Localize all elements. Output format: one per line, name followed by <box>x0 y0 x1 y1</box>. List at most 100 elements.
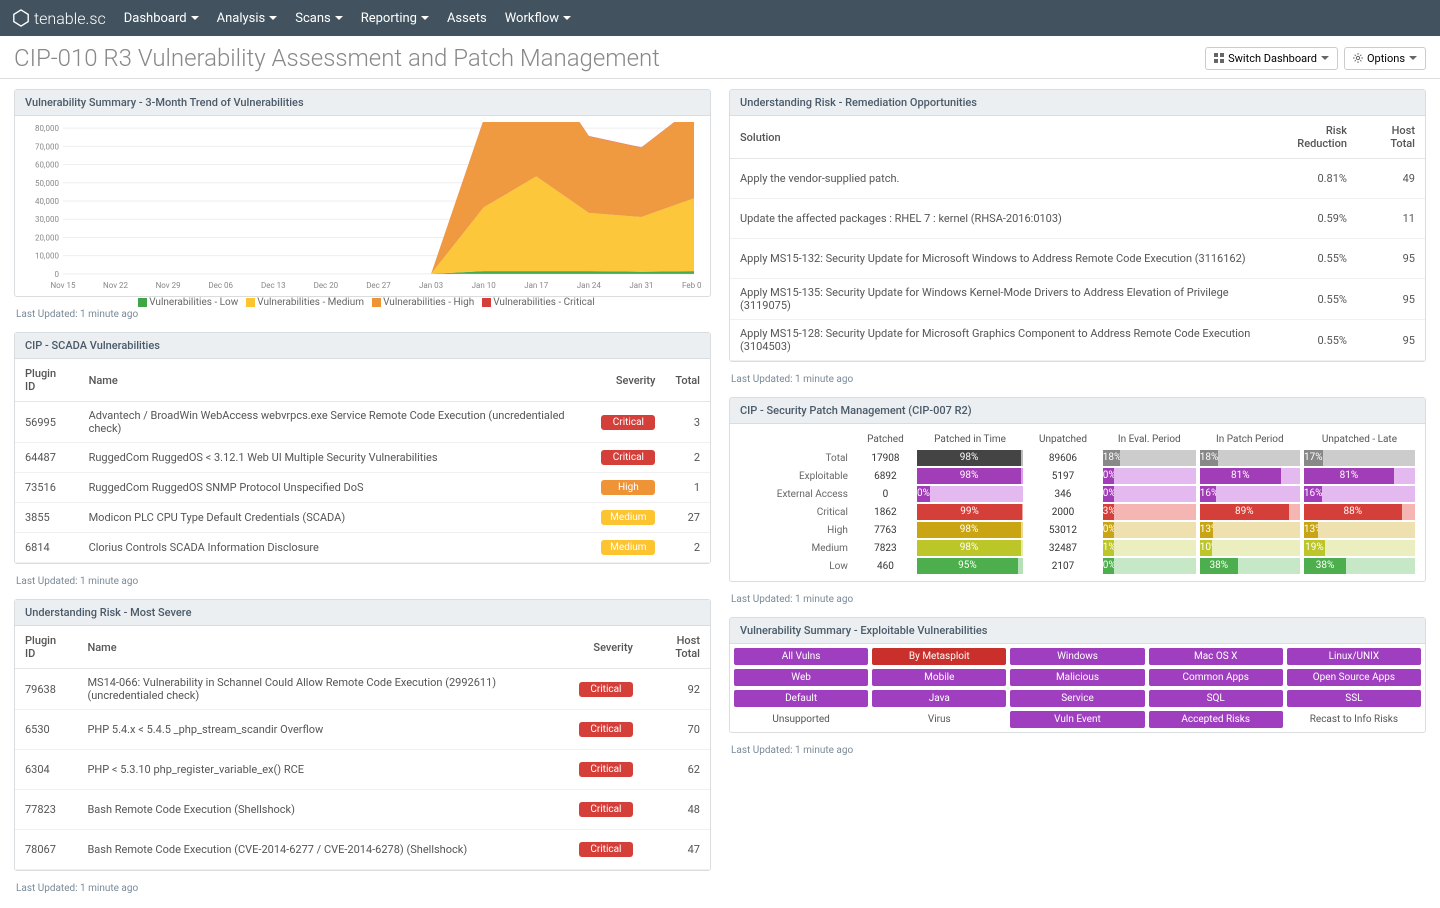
pct-bar[interactable]: 0% <box>1103 522 1196 538</box>
table-row[interactable]: 64487RuggedCom RuggedOS < 3.12.1 Web UI … <box>15 443 710 473</box>
last-updated: Last Updated: 1 minute ago <box>729 370 1426 389</box>
table-row[interactable]: Apply the vendor-supplied patch.0.81%49 <box>730 159 1425 199</box>
pct-bar[interactable]: 16% <box>1200 486 1300 502</box>
filter-pill[interactable]: Mac OS X <box>1149 648 1283 665</box>
pct-bar[interactable]: 18% <box>1103 450 1196 466</box>
pct-bar[interactable]: 38% <box>1304 558 1415 574</box>
filter-pill[interactable]: Java <box>872 690 1006 707</box>
last-updated: Last Updated: 1 minute ago <box>729 590 1426 609</box>
nav-assets[interactable]: Assets <box>447 11 487 26</box>
table-row[interactable]: 3855Modicon PLC CPU Type Default Credent… <box>15 503 710 533</box>
solution: Apply the vendor-supplied patch. <box>730 159 1266 199</box>
filter-pill[interactable]: By Metasploit <box>872 648 1006 665</box>
nav-reporting[interactable]: Reporting <box>361 11 429 26</box>
severity-badge: Critical <box>579 842 633 857</box>
nav-dashboard[interactable]: Dashboard <box>124 11 199 26</box>
pct-bar[interactable]: 38% <box>1200 558 1300 574</box>
table-row[interactable]: 6530PHP 5.4.x < 5.4.5 _php_stream_scandi… <box>15 710 710 750</box>
pct-bar[interactable]: 98% <box>917 450 1023 466</box>
pct-bar[interactable]: 89% <box>1200 504 1300 520</box>
pct-bar[interactable]: 19% <box>1304 540 1415 556</box>
filter-pill[interactable]: Common Apps <box>1149 669 1283 686</box>
pct-bar[interactable]: 98% <box>917 540 1023 556</box>
row-label: External Access <box>738 485 856 503</box>
table-row[interactable]: 56995Advantech / BroadWin WebAccess webv… <box>15 402 710 443</box>
vuln-name: Bash Remote Code Execution (CVE-2014-627… <box>77 830 568 870</box>
chevron-down-icon <box>421 16 429 20</box>
filter-pill[interactable]: SQL <box>1149 690 1283 707</box>
table-row[interactable]: 78067Bash Remote Code Execution (CVE-201… <box>15 830 710 870</box>
pct-bar[interactable]: 99% <box>917 504 1023 520</box>
table-row[interactable]: 77823Bash Remote Code Execution (Shellsh… <box>15 790 710 830</box>
filter-pill[interactable]: Vuln Event <box>1010 711 1144 728</box>
filter-pill[interactable]: Unsupported <box>734 711 868 728</box>
pct-bar[interactable]: 81% <box>1200 468 1300 484</box>
filter-pill[interactable]: All Vulns <box>734 648 868 665</box>
filter-pill[interactable]: Recast to Info Risks <box>1287 711 1421 728</box>
filter-pill[interactable]: Default <box>734 690 868 707</box>
pct-bar[interactable]: 16% <box>1304 486 1415 502</box>
trend-chart[interactable]: 80,00070,00060,00050,00040,00030,00020,0… <box>23 122 702 292</box>
svg-text:Dec 06: Dec 06 <box>208 281 233 290</box>
row-label: Exploitable <box>738 467 856 485</box>
pct-bar[interactable]: 18% <box>1200 450 1300 466</box>
pct-bar[interactable]: 0% <box>1103 558 1196 574</box>
nav-scans[interactable]: Scans <box>295 11 342 26</box>
pct-bar[interactable]: 98% <box>917 522 1023 538</box>
remediation-panel: Understanding Risk - Remediation Opportu… <box>729 89 1426 362</box>
risk-reduction: 0.59% <box>1266 199 1357 239</box>
filter-pill[interactable]: Accepted Risks <box>1149 711 1283 728</box>
severity-badge: Critical <box>601 415 655 430</box>
options-button[interactable]: Options <box>1344 47 1426 70</box>
pct-bar[interactable]: 98% <box>917 468 1023 484</box>
total: 3 <box>665 402 710 443</box>
table-row[interactable]: 79638MS14-066: Vulnerability in Schannel… <box>15 669 710 710</box>
svg-text:10,000: 10,000 <box>35 252 59 261</box>
row-label: Medium <box>738 539 856 557</box>
matrix-row: High776398%530120%13%13% <box>738 521 1417 539</box>
chevron-down-icon <box>269 16 277 20</box>
pct-bar[interactable]: 13% <box>1304 522 1415 538</box>
table-row[interactable]: 6304PHP < 5.3.10 php_register_variable_e… <box>15 750 710 790</box>
page-header: CIP-010 R3 Vulnerability Assessment and … <box>0 36 1440 79</box>
pct-bar[interactable]: 3% <box>1103 504 1196 520</box>
switch-dashboard-button[interactable]: Switch Dashboard <box>1205 47 1338 70</box>
filter-pill[interactable]: Mobile <box>872 669 1006 686</box>
pct-bar[interactable]: 0% <box>1103 468 1196 484</box>
nav-workflow[interactable]: Workflow <box>505 11 571 26</box>
pct-bar[interactable]: 10% <box>1200 540 1300 556</box>
pct-bar[interactable]: 0% <box>917 486 1023 502</box>
pct-bar[interactable]: 81% <box>1304 468 1415 484</box>
table-row[interactable]: Apply MS15-132: Security Update for Micr… <box>730 239 1425 279</box>
chevron-down-icon <box>563 16 571 20</box>
plugin-id: 6814 <box>15 533 79 563</box>
filter-pill[interactable]: Open Source Apps <box>1287 669 1421 686</box>
severity-badge: Medium <box>601 540 655 555</box>
filter-pill[interactable]: Virus <box>872 711 1006 728</box>
vuln-name: PHP 5.4.x < 5.4.5 _php_stream_scandir Ov… <box>77 710 568 750</box>
pct-bar[interactable]: 17% <box>1304 450 1415 466</box>
table-row[interactable]: 6814Clorius Controls SCADA Information D… <box>15 533 710 563</box>
solution: Apply MS15-135: Security Update for Wind… <box>730 279 1266 320</box>
table-row[interactable]: Update the affected packages : RHEL 7 : … <box>730 199 1425 239</box>
pct-bar[interactable]: 95% <box>917 558 1023 574</box>
pct-bar[interactable]: 88% <box>1304 504 1415 520</box>
pct-bar[interactable]: 0% <box>1103 486 1196 502</box>
svg-text:Jan 17: Jan 17 <box>524 281 549 290</box>
filter-pill[interactable]: Malicious <box>1010 669 1144 686</box>
pct-bar[interactable]: 13% <box>1200 522 1300 538</box>
table-row[interactable]: Apply MS15-135: Security Update for Wind… <box>730 279 1425 320</box>
row-label: Total <box>738 449 856 467</box>
table-row[interactable]: 73516RuggedCom RuggedOS SNMP Protocol Un… <box>15 473 710 503</box>
filter-pill[interactable]: Linux/UNIX <box>1287 648 1421 665</box>
filter-pill[interactable]: Web <box>734 669 868 686</box>
pct-bar[interactable]: 1% <box>1103 540 1196 556</box>
filter-pill[interactable]: SSL <box>1287 690 1421 707</box>
plugin-id: 6304 <box>15 750 77 790</box>
filter-pill[interactable]: Windows <box>1010 648 1144 665</box>
nav-analysis[interactable]: Analysis <box>217 11 278 26</box>
solution: Apply MS15-128: Security Update for Micr… <box>730 320 1266 361</box>
filter-pill[interactable]: Service <box>1010 690 1144 707</box>
table-row[interactable]: Apply MS15-128: Security Update for Micr… <box>730 320 1425 361</box>
brand-logo[interactable]: tenable.sc <box>12 9 106 28</box>
